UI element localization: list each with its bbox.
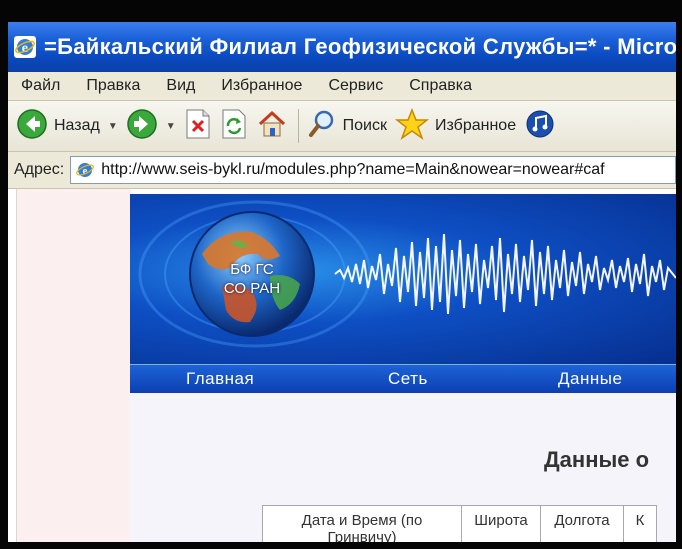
address-bar: Адрес: e http://www.seis-bykl.ru/modules… <box>8 152 676 189</box>
search-button[interactable]: Поиск <box>307 108 387 145</box>
title-bar[interactable]: e =Байкальский Филиал Геофизической Служ… <box>8 22 676 72</box>
seismogram-trace <box>334 233 676 315</box>
browser-window: e =Байкальский Филиал Геофизической Служ… <box>8 22 676 542</box>
back-label: Назад <box>54 117 100 134</box>
address-label: Адрес: <box>14 161 65 178</box>
media-icon <box>524 108 558 145</box>
search-label: Поиск <box>342 117 387 134</box>
site-banner: БФ ГС СО РАН <box>130 194 676 364</box>
page-viewport: БФ ГС СО РАН Главная Сеть Данные Данные … <box>8 189 676 542</box>
address-url: http://www.seis-bykl.ru/modules.php?name… <box>101 161 605 178</box>
favorites-label: Избранное <box>435 117 517 134</box>
back-icon <box>16 108 48 145</box>
page-icon: e <box>75 160 95 180</box>
menu-file[interactable]: Файл <box>8 77 73 95</box>
col-latitude: Широта <box>461 505 541 542</box>
toolbar: Назад ▼ ▼ Поиск Избранное <box>8 101 676 152</box>
menu-tools[interactable]: Сервис <box>315 77 396 95</box>
menu-favorites[interactable]: Избранное <box>208 77 315 95</box>
menu-edit[interactable]: Правка <box>73 77 153 95</box>
refresh-icon <box>220 108 248 145</box>
nav-network-link[interactable]: Сеть <box>388 369 428 389</box>
menu-view[interactable]: Вид <box>153 77 208 95</box>
window-title: =Байкальский Филиал Геофизической Службы… <box>44 34 676 59</box>
back-button[interactable]: Назад ▼ <box>16 108 118 145</box>
address-input[interactable]: e http://www.seis-bykl.ru/modules.php?na… <box>70 156 676 184</box>
favorites-icon <box>394 107 430 145</box>
nav-home-link[interactable]: Главная <box>186 369 254 389</box>
left-panel <box>16 189 131 542</box>
refresh-button[interactable] <box>220 108 248 145</box>
col-k: К <box>623 505 657 542</box>
col-longitude: Долгота <box>540 505 624 542</box>
home-icon <box>256 108 288 145</box>
back-dropdown-icon[interactable]: ▼ <box>108 121 118 132</box>
col-datetime: Дата и Время (по Гринвичу) <box>262 505 462 542</box>
site-logo-text: БФ ГС СО РАН <box>212 260 292 298</box>
menu-help[interactable]: Справка <box>396 77 485 95</box>
nav-data-link[interactable]: Данные <box>558 369 622 389</box>
ie-icon: e <box>14 36 36 58</box>
earthquake-table: Дата и Время (по Гринвичу) Широта Долгот… <box>262 505 657 542</box>
logo-line-1: БФ ГС <box>230 261 274 278</box>
favorites-button[interactable]: Избранное <box>394 107 517 145</box>
forward-button[interactable]: ▼ <box>126 108 176 145</box>
page-heading: Данные о <box>544 447 650 472</box>
toolbar-separator <box>297 109 299 143</box>
table-header-row: Дата и Время (по Гринвичу) Широта Долгот… <box>262 505 657 542</box>
home-button[interactable] <box>256 108 288 145</box>
forward-dropdown-icon[interactable]: ▼ <box>166 121 176 132</box>
logo-line-2: СО РАН <box>223 280 281 297</box>
stop-button[interactable] <box>184 108 212 145</box>
main-content: Данные о Дата и Время (по Гринвичу) Широ… <box>130 393 676 542</box>
site-nav: Главная Сеть Данные <box>130 364 676 393</box>
search-icon <box>307 108 337 145</box>
stop-icon <box>184 108 212 145</box>
forward-icon <box>126 108 158 145</box>
menu-bar: Файл Правка Вид Избранное Сервис Справка <box>8 72 676 101</box>
media-button[interactable] <box>524 108 558 145</box>
